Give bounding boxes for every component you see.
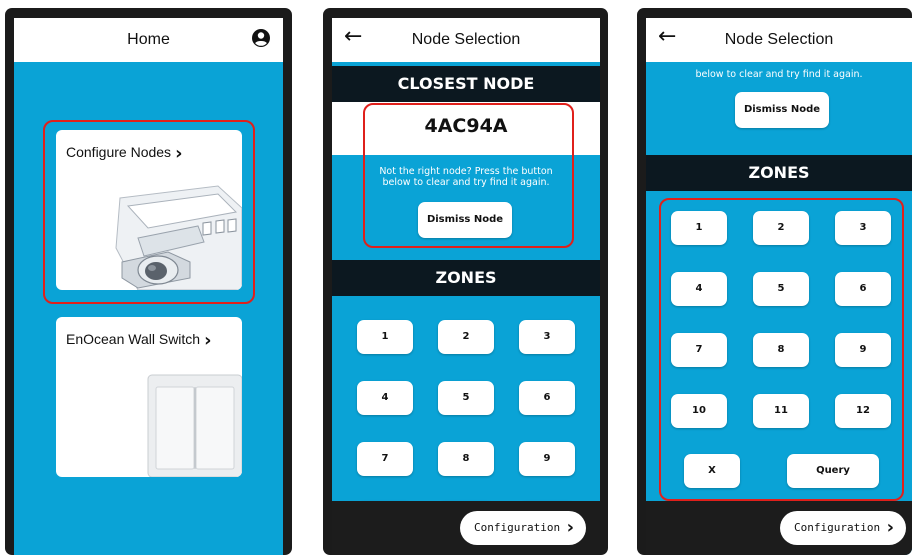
zone-button-6[interactable]: 6: [519, 381, 575, 415]
configuration-button[interactable]: Configuration ›: [780, 511, 906, 545]
configuration-label: Configuration: [794, 521, 881, 534]
phone-home: Home Configure Nodes › EnOcean Wall Swit…: [5, 8, 292, 555]
dismiss-node-button[interactable]: Dismiss Node: [735, 92, 829, 128]
zone-button-4[interactable]: 4: [357, 381, 413, 415]
configuration-label: Configuration: [474, 521, 561, 534]
chevron-right-icon: ›: [886, 517, 894, 538]
app-bar: Home: [14, 18, 283, 62]
configuration-button[interactable]: Configuration ›: [460, 511, 586, 545]
highlight-box: [43, 120, 255, 304]
wall-switch-card[interactable]: EnOcean Wall Switch ›: [56, 317, 242, 477]
zone-button-2[interactable]: 2: [438, 320, 494, 354]
page-title: Node Selection: [724, 31, 834, 48]
app-bar: ← Node Selection: [332, 18, 600, 62]
zone-button-3[interactable]: 3: [519, 320, 575, 354]
closest-node-header: CLOSEST NODE: [332, 66, 600, 102]
zone-button-1[interactable]: 1: [357, 320, 413, 354]
page-title: Home: [127, 31, 170, 48]
zone-button-8[interactable]: 8: [438, 442, 494, 476]
zone-button-5[interactable]: 5: [438, 381, 494, 415]
bottom-bar: Configuration ›: [332, 501, 600, 555]
phone-node-selection-scrolled: ← Node Selection below to clear and try …: [637, 8, 912, 555]
chevron-right-icon: ›: [566, 517, 574, 538]
node-selection-screen: ← Node Selection CLOSEST NODE 4AC94A Not…: [332, 18, 600, 555]
highlight-box: [363, 103, 574, 248]
home-screen: Home Configure Nodes › EnOcean Wall Swit…: [14, 18, 283, 555]
bottom-bar: Configuration ›: [646, 501, 912, 555]
page-title: Node Selection: [411, 31, 521, 48]
highlight-box: [659, 198, 904, 501]
zone-button-9[interactable]: 9: [519, 442, 575, 476]
app-bar: ← Node Selection: [646, 18, 912, 62]
card-label: EnOcean Wall Switch ›: [66, 330, 212, 351]
phone-node-selection: ← Node Selection CLOSEST NODE 4AC94A Not…: [323, 8, 608, 555]
wall-switch-image: [147, 374, 242, 477]
zones-header: ZONES: [332, 260, 600, 296]
zones-header: ZONES: [646, 155, 912, 191]
node-selection-scrolled-screen: ← Node Selection below to clear and try …: [646, 18, 912, 555]
chevron-right-icon: ›: [204, 330, 212, 351]
zone-button-7[interactable]: 7: [357, 442, 413, 476]
account-icon[interactable]: [251, 28, 271, 48]
hint-line-2: below to clear and try find it again.: [695, 69, 863, 80]
